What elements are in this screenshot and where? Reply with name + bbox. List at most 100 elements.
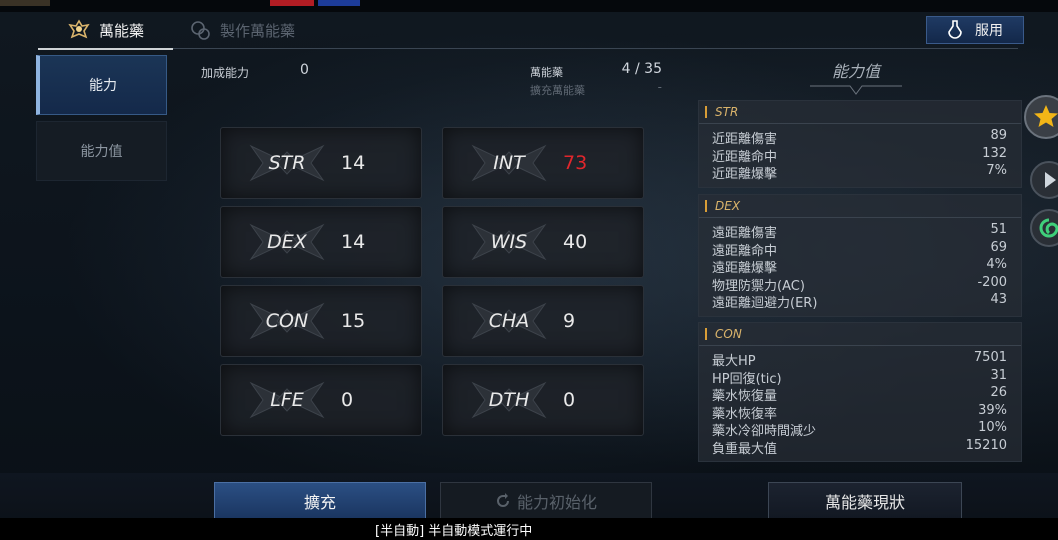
stat-value: 14 xyxy=(341,152,366,174)
tab-bar: 萬能藥 製作萬能藥 xyxy=(38,12,1018,50)
ability-value: 15210 xyxy=(965,437,1007,453)
ability-label: 最大HP xyxy=(712,354,756,369)
elixir-status-button[interactable]: 萬能藥現狀 xyxy=(768,482,962,520)
ability-value: 10% xyxy=(978,420,1007,435)
stat-value: 14 xyxy=(341,231,366,253)
elixir-emblem-icon xyxy=(68,19,90,39)
ability-row: 遠距離爆擊 4% xyxy=(699,257,1021,276)
ability-value: -200 xyxy=(977,274,1007,290)
ability-row: 藥水恢復率 39% xyxy=(699,402,1021,422)
ability-row: 藥水恢復量 26 xyxy=(699,385,1021,404)
system-message: [半自動] 半自動模式運行中 xyxy=(375,524,533,539)
stat-name: INT xyxy=(493,152,525,174)
ability-row: 近距離傷害 89 xyxy=(699,128,1021,147)
stat-name: CON xyxy=(265,310,309,332)
ability-label: 近距離傷害 xyxy=(712,132,778,147)
stat-name: LFE xyxy=(270,389,304,411)
elixir-expand-value: - xyxy=(657,80,662,94)
ability-label: 遠距離傷害 xyxy=(712,226,778,241)
ability-label: 負重最大值 xyxy=(712,441,778,457)
elixir-expand-label: 擴充萬能藥 xyxy=(530,84,585,97)
ability-row: 物理防禦力(AC) -200 xyxy=(699,274,1021,294)
sidebar-item-ability[interactable]: 能力 xyxy=(36,55,167,115)
stat-name: CHA xyxy=(488,310,530,332)
sidebar-item-ability-values[interactable]: 能力值 xyxy=(36,121,167,181)
tab-craft-elixir[interactable]: 製作萬能藥 xyxy=(188,12,348,48)
stat-card: CON 15 xyxy=(220,285,422,357)
stat-value: 40 xyxy=(563,231,588,253)
use-button[interactable]: 服用 xyxy=(926,16,1024,44)
expand-button-label: 擴充 xyxy=(303,493,336,512)
use-button-label: 服用 xyxy=(975,23,1003,39)
bonus-label: 加成能力 xyxy=(201,66,250,80)
header-marker xyxy=(705,328,707,340)
stat-card: DEX 14 xyxy=(220,206,422,278)
ability-value: 26 xyxy=(990,385,1007,400)
panel-title: 能力值 xyxy=(831,62,880,81)
stat-value: 15 xyxy=(341,310,366,332)
play-icon xyxy=(1045,172,1056,188)
stat-card: WIS 40 xyxy=(442,206,644,278)
group-header-label: STR xyxy=(715,105,739,119)
ability-group-dex: DEX 遠距離傷害 51 遠距離命中 69 遠距離爆擊 4% 物理防禦力(AC) -200 遠距離… xyxy=(698,194,1022,317)
stat-value: 0 xyxy=(563,389,576,411)
swirl-button[interactable] xyxy=(1030,209,1058,247)
header-marker xyxy=(705,200,707,212)
sidebar-item-label: 能力值 xyxy=(80,144,123,160)
ability-values-panel: 能力值 STR 近距離傷害 89 近距離命中 132 近距離爆擊 7% DEX 遠距離傷害 51 遠… xyxy=(690,52,1022,464)
ability-label: 藥水恢復量 xyxy=(712,389,778,404)
elixir-count-value: 4 / 35 xyxy=(621,61,662,77)
tab-elixir[interactable]: 萬能藥 xyxy=(38,12,173,50)
ability-row: HP回復(tic) 31 xyxy=(699,367,1021,387)
ability-value: 31 xyxy=(990,367,1007,383)
ability-row: 藥水冷卻時間減少 10% xyxy=(699,420,1021,439)
ability-value: 43 xyxy=(990,292,1007,307)
ability-label: HP回復(tic) xyxy=(712,371,782,387)
group-header-label: CON xyxy=(715,327,742,341)
stat-card: CHA 9 xyxy=(442,285,644,357)
ability-value: 7501 xyxy=(973,350,1007,365)
ability-group-con: CON 最大HP 7501 HP回復(tic) 31 藥水恢復量 26 藥水恢復率 39% 藥水冷… xyxy=(698,322,1022,462)
ability-value: 89 xyxy=(990,128,1007,143)
stat-name: STR xyxy=(268,152,306,174)
star-button[interactable] xyxy=(1024,95,1058,139)
ability-row: 遠距離傷害 51 xyxy=(699,222,1021,241)
header-marker xyxy=(705,106,707,118)
ability-value: 7% xyxy=(986,163,1007,178)
tab-label: 製作萬能藥 xyxy=(220,21,296,40)
sidebar-item-label: 能力 xyxy=(89,78,117,94)
stat-card: DTH 0 xyxy=(442,364,644,436)
reset-ability-button[interactable]: 能力初始化 xyxy=(440,482,652,520)
elixir-status-label: 萬能藥現狀 xyxy=(824,493,905,512)
tab-label: 萬能藥 xyxy=(98,21,144,40)
stat-card: STR 14 xyxy=(220,127,422,199)
stat-name: WIS xyxy=(490,231,528,253)
ability-label: 遠距離命中 xyxy=(712,243,778,259)
group-header: CON xyxy=(699,323,1021,346)
ability-row: 遠距離命中 69 xyxy=(699,240,1021,259)
stat-value: 9 xyxy=(563,310,576,332)
stat-name: DEX xyxy=(267,231,307,253)
ability-label: 近距離爆擊 xyxy=(712,167,778,182)
ability-label: 物理防禦力(AC) xyxy=(712,278,805,294)
ability-value: 39% xyxy=(978,402,1007,418)
ability-row: 負重最大值 15210 xyxy=(699,437,1021,457)
ability-row: 近距離命中 132 xyxy=(699,145,1021,165)
sidebar: 能力 能力值 xyxy=(36,55,167,187)
ability-value: 4% xyxy=(986,257,1007,272)
group-header-label: DEX xyxy=(715,199,741,213)
ability-row: 最大HP 7501 xyxy=(699,350,1021,369)
expand-button[interactable]: 擴充 xyxy=(214,482,426,520)
refresh-icon xyxy=(497,493,509,507)
stat-value: 73 xyxy=(563,152,588,174)
craft-elixir-icon xyxy=(191,21,210,40)
stat-name: DTH xyxy=(488,389,530,411)
ability-value: 132 xyxy=(982,145,1007,161)
ability-label: 近距離命中 xyxy=(712,149,778,165)
stat-card: INT 73 xyxy=(442,127,644,199)
play-button[interactable] xyxy=(1030,161,1058,199)
elixir-count-label: 萬能藥 xyxy=(530,66,563,79)
swirl-icon xyxy=(1039,218,1058,238)
ability-label: 遠距離迴避力(ER) xyxy=(712,296,818,311)
ability-row: 遠距離迴避力(ER) 43 xyxy=(699,292,1021,311)
